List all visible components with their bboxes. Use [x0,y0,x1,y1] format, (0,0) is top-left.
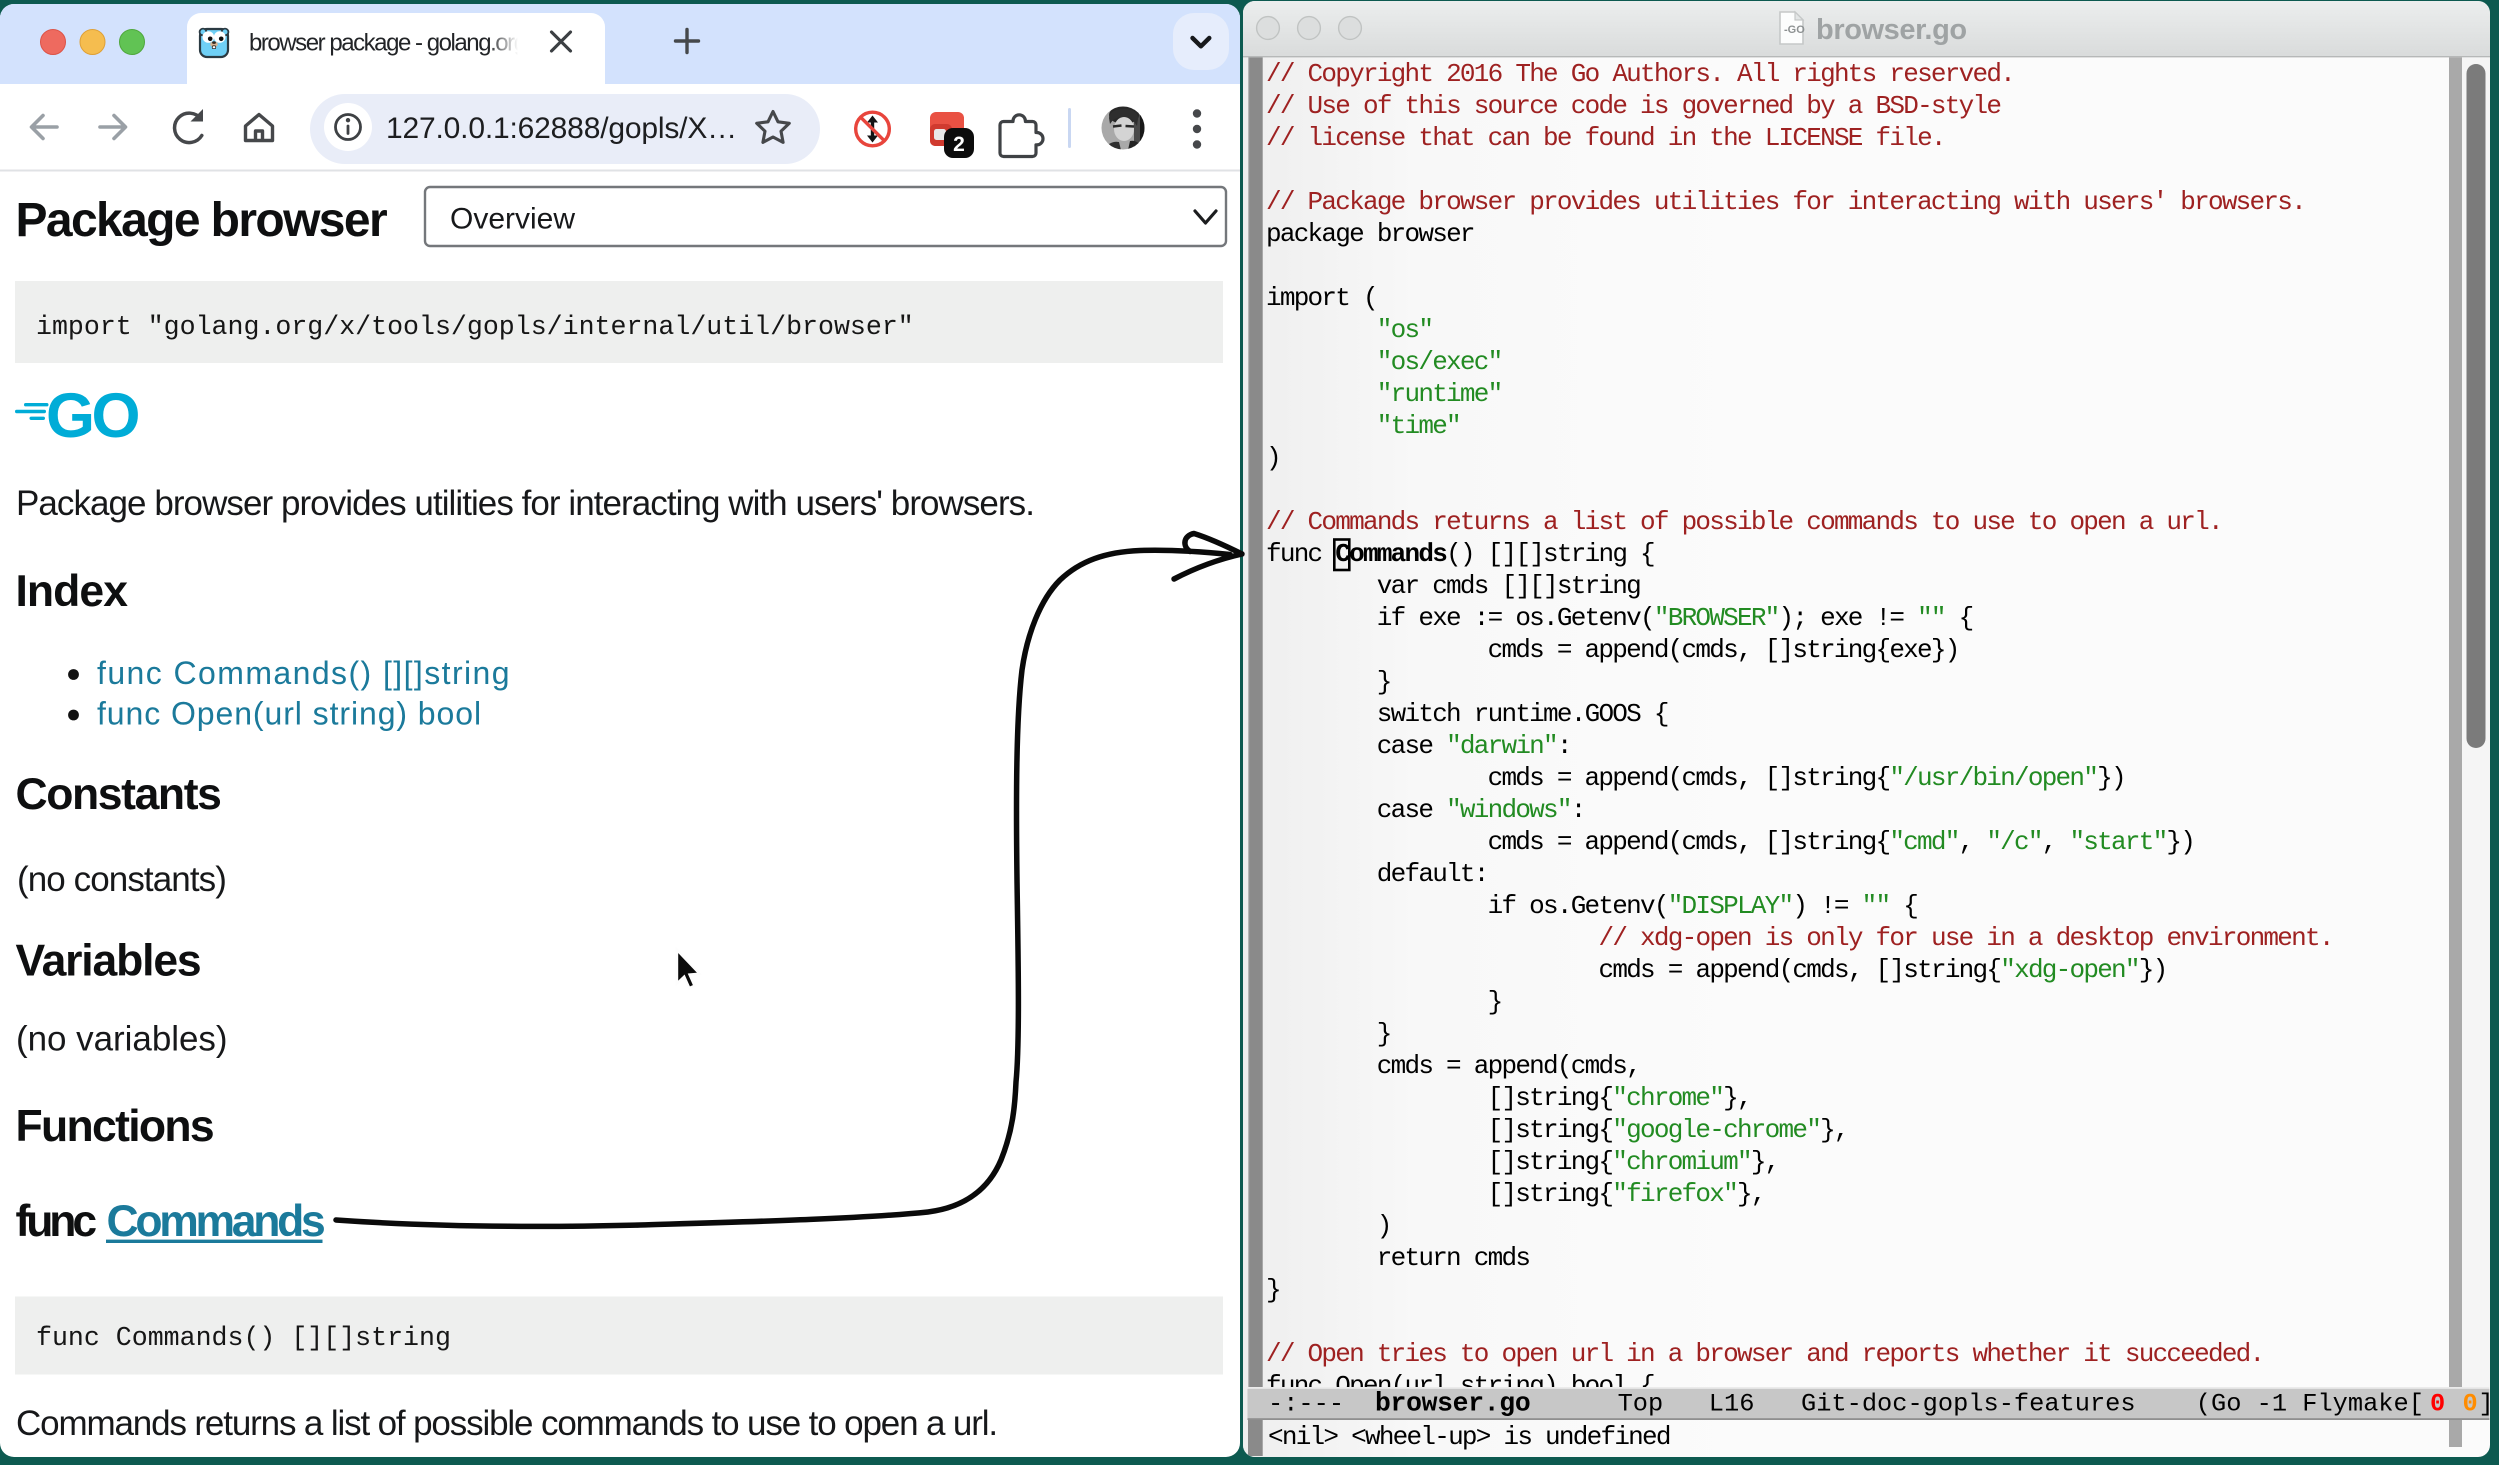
svg-text:Index: Index [16,567,129,616]
svg-text:cmds = append(cmds, []string{": cmds = append(cmds, []string{"/usr/bin/o… [1488,763,2125,793]
svg-text:0: 0 [2463,1390,2478,1419]
svg-text:[]string{"google-chrome"},: []string{"google-chrome"}, [1488,1115,1848,1145]
svg-text:(no variables): (no variables) [16,1020,228,1059]
svg-text:// Copyright 2016 The Go Autho: // Copyright 2016 The Go Authors. All ri… [1266,59,2014,89]
svg-text:): ) [1377,1211,1391,1241]
svg-text:package browser: package browser [1266,219,1474,249]
svg-text:"runtime": "runtime" [1377,379,1502,409]
svg-text:-GO: -GO [1784,24,1805,36]
svg-text:[]string{"chrome"},: []string{"chrome"}, [1488,1083,1751,1113]
svg-text:// license that can be found i: // license that can be found in the LICE… [1266,123,1945,153]
svg-text:browser.go: browser.go [1816,14,1967,46]
svg-text:Git-doc-gopls-features: Git-doc-gopls-features [1801,1390,2136,1419]
svg-text:Variables: Variables [16,937,201,986]
svg-text:import (: import ( [1266,283,1377,313]
svg-text:(Go -1 Flymake[: (Go -1 Flymake[ [2196,1390,2424,1419]
svg-text:// Commands returns a list of: // Commands returns a list of possible c… [1266,507,2222,537]
svg-text:}: } [1377,667,1391,697]
svg-text:var cmds [][]string: var cmds [][]string [1377,571,1640,601]
svg-text:browser package - golang.org: browser package - golang.org [249,30,526,57]
svg-text:browser.go: browser.go [1375,1389,1530,1419]
svg-text:return cmds: return cmds [1377,1243,1530,1273]
svg-text:"os": "os" [1377,315,1432,345]
svg-text:func Commands() [][]string: func Commands() [][]string [97,655,511,691]
svg-text:Top: Top [1618,1390,1664,1419]
svg-text:func Commands() [][]string {: func Commands() [][]string { [1266,539,1654,569]
svg-text:if os.Getenv("DISPLAY") != "": if os.Getenv("DISPLAY") != "" { [1488,891,1918,921]
svg-text:<nil> <wheel-up> is undefined: <nil> <wheel-up> is undefined [1268,1422,1670,1452]
svg-text:Commands returns a list of pos: Commands returns a list of possible comm… [16,1404,997,1443]
svg-text:GO: GO [46,381,139,451]
svg-text:Overview: Overview [450,203,575,236]
svg-text:}: } [1377,1019,1391,1049]
svg-text:"os/exec": "os/exec" [1377,347,1502,377]
svg-text:Package browser: Package browser [16,194,387,247]
svg-text:// xdg-open is only for use in: // xdg-open is only for use in a desktop… [1599,923,2333,953]
svg-text:}: } [1266,1275,1280,1305]
svg-text:switch runtime.GOOS {: switch runtime.GOOS { [1377,699,1668,729]
svg-text:L16: L16 [1709,1390,1755,1419]
svg-text:cmds = append(cmds, []string{": cmds = append(cmds, []string{"xdg-open"}… [1599,955,2167,985]
svg-text:default:: default: [1377,859,1488,889]
svg-text:import "golang.org/x/tools/gop: import "golang.org/x/tools/gopls/interna… [36,312,914,342]
svg-text:func Open(url string) bool: func Open(url string) bool [97,696,482,732]
svg-text:cmds = append(cmds, []string{e: cmds = append(cmds, []string{exe}) [1488,635,1959,665]
svg-text:case "windows":: case "windows": [1377,795,1585,825]
svg-text:-:---: -:--- [1268,1390,1344,1419]
svg-text:Constants: Constants [16,770,221,819]
svg-text:}: } [1488,987,1502,1017]
svg-text:Functions: Functions [16,1102,214,1151]
svg-text:if exe := os.Getenv("BROWSER"): if exe := os.Getenv("BROWSER"); exe != "… [1377,603,1973,633]
svg-text:// Open tries to open url in a: // Open tries to open url in a browser a… [1266,1339,2263,1369]
svg-text:2: 2 [953,133,965,156]
svg-text:[]string{"firefox"},: []string{"firefox"}, [1488,1179,1765,1209]
svg-text:[]string{"chromium"},: []string{"chromium"}, [1488,1147,1779,1177]
svg-text:0: 0 [2430,1390,2445,1419]
svg-text:case "darwin":: case "darwin": [1377,731,1571,761]
svg-text:127.0.0.1:62888/gopls/X…: 127.0.0.1:62888/gopls/X… [386,112,737,145]
svg-text:func: func [16,1197,97,1246]
svg-text:Commands: Commands [107,1197,324,1246]
svg-text:// Use of this source code is: // Use of this source code is governed b… [1266,91,2000,121]
svg-text:func Commands() [][]string: func Commands() [][]string [36,1323,451,1353]
svg-text:"time": "time" [1377,411,1460,441]
svg-text:cmds = append(cmds,: cmds = append(cmds, [1377,1051,1640,1081]
svg-text:): ) [1266,443,1280,473]
svg-text:// Package browser provides ut: // Package browser provides utilities fo… [1266,187,2305,217]
svg-text:(no constants): (no constants) [17,860,226,899]
svg-text:cmds = append(cmds, []string{": cmds = append(cmds, []string{"cmd", "/c"… [1488,827,2195,857]
svg-text:Package browser provides utili: Package browser provides utilities for i… [16,484,1034,523]
